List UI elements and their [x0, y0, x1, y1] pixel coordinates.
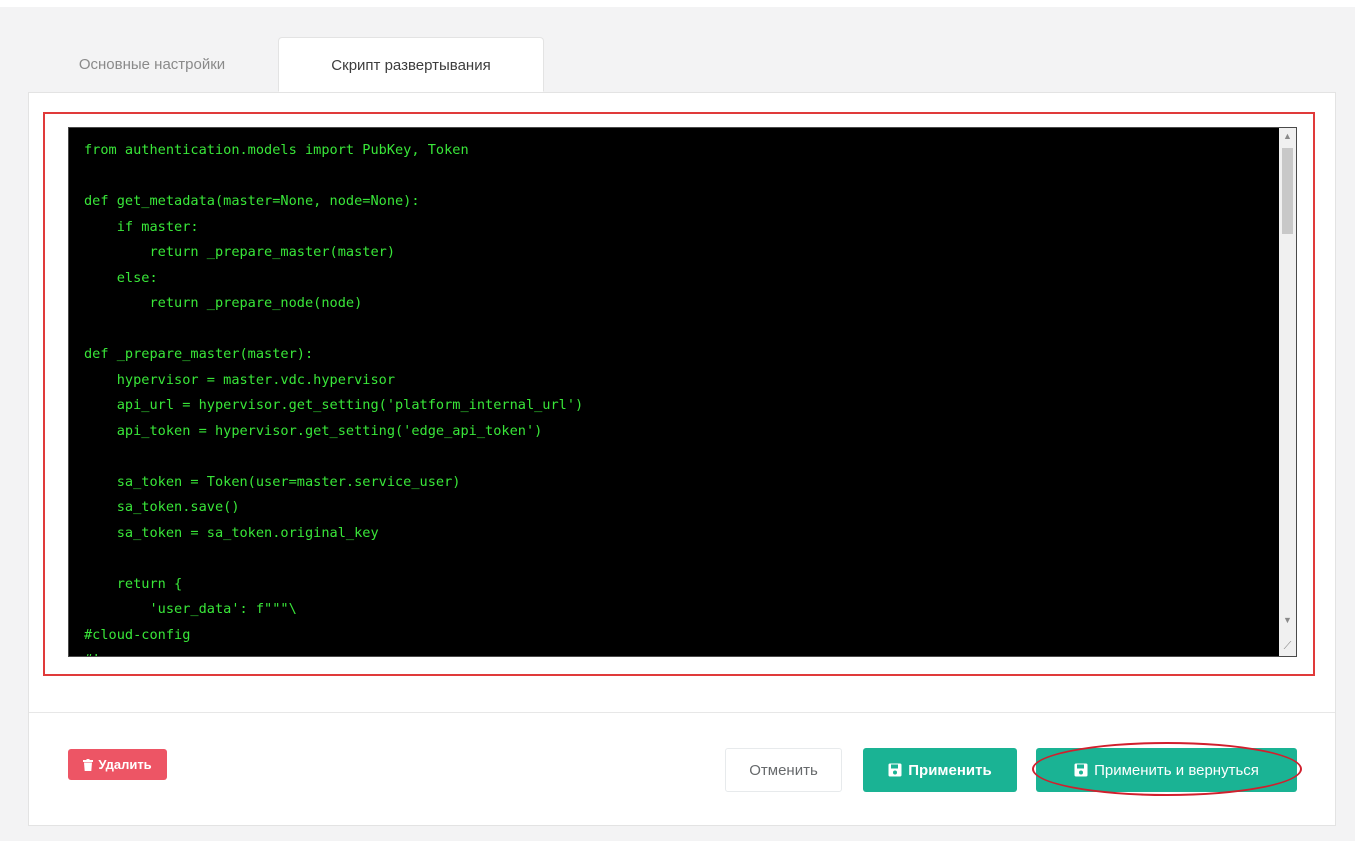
- footer-divider: [29, 712, 1335, 713]
- cancel-button[interactable]: Отменить: [725, 748, 842, 792]
- tab-basic-settings[interactable]: Основные настройки: [28, 37, 276, 92]
- tab-deployment-script[interactable]: Скрипт развертывания: [278, 37, 544, 92]
- scroll-down-arrow-icon[interactable]: ▼: [1279, 612, 1296, 628]
- resize-grip-icon[interactable]: ⟋: [1279, 636, 1296, 656]
- editor-scrollbar[interactable]: ▲ ▼ ⟋: [1279, 128, 1296, 656]
- apply-button[interactable]: Применить: [863, 748, 1017, 792]
- apply-and-return-button-label: Применить и вернуться: [1094, 761, 1259, 779]
- scroll-thumb[interactable]: [1282, 148, 1293, 234]
- trash-icon: [83, 758, 94, 771]
- floppy-disk-icon: [1074, 763, 1088, 777]
- apply-button-label: Применить: [908, 761, 992, 779]
- page-top-strip: [0, 0, 1355, 7]
- tab-content-panel: from authentication.models import PubKey…: [28, 92, 1336, 826]
- script-code[interactable]: from authentication.models import PubKey…: [84, 138, 583, 656]
- script-editor-textarea[interactable]: from authentication.models import PubKey…: [68, 127, 1297, 657]
- delete-button-label: Удалить: [98, 757, 152, 772]
- apply-and-return-button[interactable]: Применить и вернуться: [1036, 748, 1297, 792]
- cancel-button-label: Отменить: [749, 761, 818, 779]
- delete-button[interactable]: Удалить: [68, 749, 167, 780]
- scroll-up-arrow-icon[interactable]: ▲: [1279, 128, 1296, 144]
- floppy-disk-icon: [888, 763, 902, 777]
